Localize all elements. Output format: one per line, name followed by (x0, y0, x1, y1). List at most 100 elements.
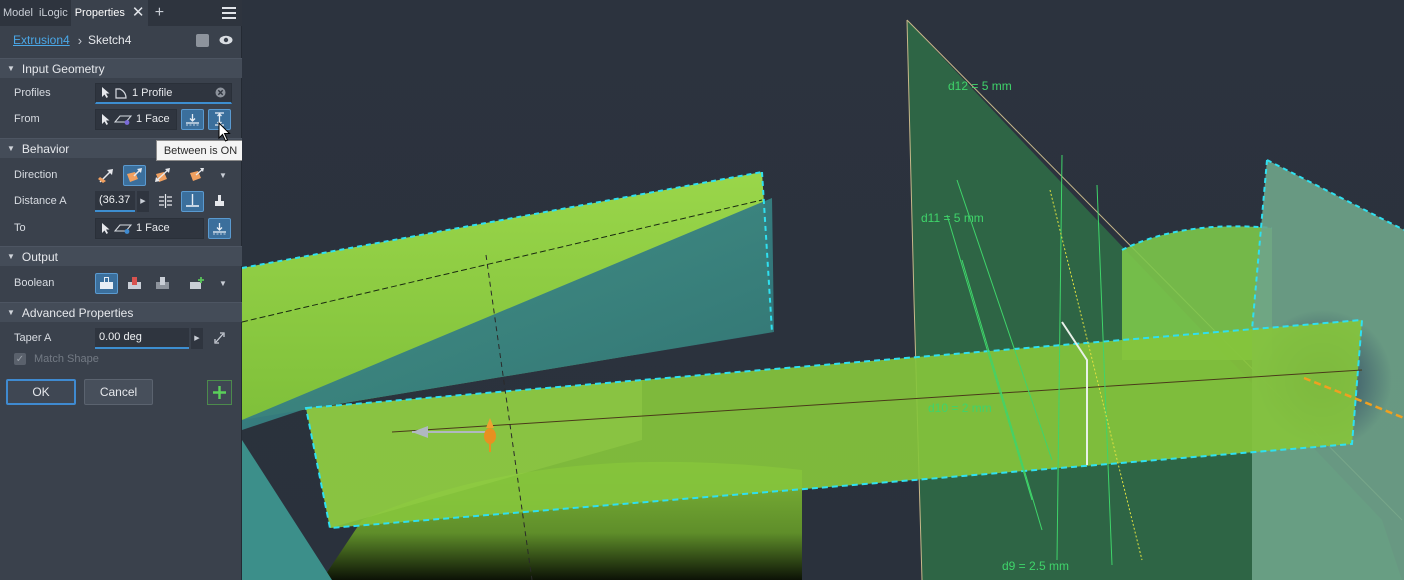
chevron-right-icon: › (77, 32, 83, 48)
distance-a-input[interactable]: (36.37 (95, 190, 135, 212)
distance-a-row: Distance A (36.37 ▶ (0, 189, 242, 213)
clear-icon[interactable] (215, 87, 226, 98)
from-surface-button[interactable] (181, 108, 204, 130)
select-arrow-icon (102, 87, 110, 98)
cancel-button[interactable]: Cancel (84, 379, 153, 405)
profiles-value: 1 Profile (132, 86, 173, 99)
tab-properties-label: Properties (74, 7, 125, 19)
section-output[interactable]: ▼ Output (0, 246, 242, 266)
section-input-geometry[interactable]: ▼ Input Geometry (0, 58, 242, 78)
profiles-selector[interactable]: 1 Profile (95, 82, 232, 104)
collapse-triangle-icon: ▼ (7, 308, 15, 317)
tab-model[interactable]: Model (0, 0, 36, 26)
measure-icon (215, 195, 224, 206)
breadcrumb-parent-link[interactable]: Extrusion4 (13, 33, 70, 47)
breadcrumb: Extrusion4 › Sketch4 (0, 26, 242, 54)
distance-one-side-button[interactable] (181, 190, 204, 212)
distance-a-menu-arrow-icon[interactable]: ▶ (136, 190, 149, 212)
match-shape-row: ✓ Match Shape (14, 353, 99, 365)
match-shape-checkbox[interactable]: ✓ (14, 353, 26, 365)
boolean-new-solid-button[interactable] (185, 273, 208, 294)
direction-symmetric-button[interactable] (151, 165, 174, 186)
tooltip: Between is ON (156, 140, 245, 161)
taper-a-input[interactable]: 0.00 deg (95, 327, 189, 349)
dimension-d12[interactable]: d12 = 5 mm (948, 79, 1012, 93)
boolean-row: Boolean ▼ (0, 271, 242, 295)
section-input-geometry-title: Input Geometry (21, 61, 105, 76)
3d-viewport[interactable]: d12 = 5 mm d11 = 5 mm d10 = 2 mm d9 = 2.… (242, 0, 1404, 580)
profiles-label: Profiles (14, 87, 51, 99)
taper-a-menu-arrow-icon[interactable]: ▶ (190, 327, 203, 349)
cube-icon[interactable] (196, 33, 209, 47)
to-value: 1 Face (136, 222, 170, 234)
distance-midplane-button[interactable] (154, 191, 177, 212)
direction-label: Direction (14, 169, 58, 181)
surface-plane-icon (213, 222, 226, 234)
ok-button[interactable]: OK (6, 379, 76, 405)
dimension-d11[interactable]: d11 = 5 mm (921, 211, 984, 225)
eye-icon[interactable] (219, 35, 233, 45)
properties-panel: Model iLogic Properties ✕ + Extrusion4 ›… (0, 0, 242, 580)
direction-flipped-button[interactable] (123, 164, 146, 186)
plus-icon (213, 386, 226, 399)
taper-a-label: Taper A (14, 332, 52, 344)
face-icon (114, 224, 132, 234)
section-advanced-properties[interactable]: ▼ Advanced Properties (0, 302, 242, 322)
join-icon (100, 277, 113, 289)
chevron-down-icon[interactable]: ▼ (219, 279, 227, 288)
profiles-row: Profiles 1 Profile (0, 81, 242, 105)
section-advanced-title: Advanced Properties (21, 305, 134, 320)
taper-a-row: Taper A 0.00 deg ▶ (0, 326, 242, 350)
boolean-cut-button[interactable] (123, 273, 146, 294)
flip-taper-icon[interactable] (213, 331, 226, 345)
collapse-triangle-icon: ▼ (7, 64, 15, 73)
intersect-icon (156, 277, 169, 289)
direction-asymmetric-button[interactable] (185, 165, 208, 186)
boolean-intersect-button[interactable] (151, 273, 174, 294)
one-side-icon (186, 194, 199, 207)
menu-icon[interactable] (216, 0, 242, 26)
select-arrow-icon (102, 113, 110, 125)
direction-default-icon (97, 169, 113, 183)
panel-tab-bar: Model iLogic Properties ✕ + (0, 0, 242, 26)
dimension-d9[interactable]: d9 = 2.5 mm (1002, 559, 1069, 573)
from-selector[interactable]: 1 Face (95, 108, 177, 130)
direction-default-button[interactable] (95, 165, 118, 186)
collapse-triangle-icon: ▼ (7, 144, 15, 153)
chevron-down-icon[interactable]: ▼ (219, 171, 227, 180)
to-row: To 1 Face (0, 216, 242, 240)
new-solid-icon (189, 277, 204, 289)
face-icon (114, 115, 132, 125)
midplane-icon (159, 194, 172, 208)
distance-a-label: Distance A (14, 195, 67, 207)
boolean-label: Boolean (14, 277, 55, 289)
from-label: From (14, 113, 40, 125)
breadcrumb-current: Sketch4 (88, 33, 132, 47)
cut-icon (128, 277, 141, 289)
from-value: 1 Face (136, 113, 170, 125)
mouse-cursor-icon (218, 122, 231, 142)
direction-flipped-icon (126, 168, 142, 182)
tab-properties[interactable]: Properties ✕ (70, 0, 149, 26)
direction-asymmetric-icon (189, 168, 204, 181)
direction-symmetric-icon (154, 168, 170, 182)
boolean-join-button[interactable] (95, 272, 118, 294)
to-selector[interactable]: 1 Face (95, 217, 204, 239)
distance-measure-button[interactable] (208, 191, 231, 212)
model-graphics (242, 19, 1404, 580)
section-output-title: Output (21, 249, 58, 264)
apply-plus-button[interactable] (207, 380, 232, 405)
dimension-d10[interactable]: d10 = 2 mm (928, 401, 992, 415)
select-arrow-icon (102, 222, 110, 234)
section-behavior-title: Behavior (21, 141, 70, 156)
from-row: From 1 Face (0, 107, 242, 131)
collapse-triangle-icon: ▼ (7, 252, 15, 261)
add-tab-icon[interactable]: + (148, 0, 170, 26)
close-icon[interactable]: ✕ (132, 0, 145, 26)
tab-ilogic[interactable]: iLogic (36, 0, 71, 26)
to-surface-button[interactable] (208, 217, 231, 239)
to-label: To (14, 222, 26, 234)
profile-icon (115, 87, 127, 99)
surface-plane-icon (186, 113, 199, 125)
match-shape-label: Match Shape (34, 353, 99, 365)
